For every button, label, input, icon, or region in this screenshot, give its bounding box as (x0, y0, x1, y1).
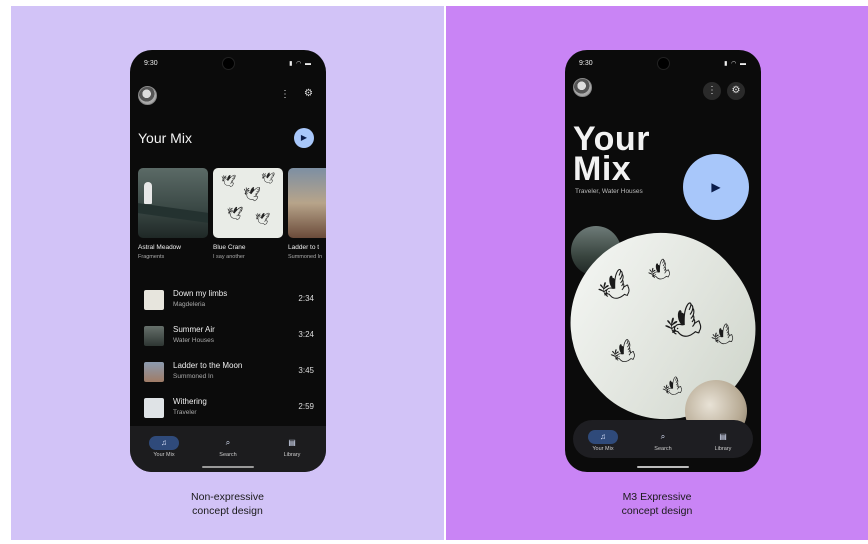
page-title: Your Mix (138, 130, 192, 146)
your-mix-icon: ♫ (149, 436, 179, 450)
card-subtitle: I say another (213, 254, 245, 260)
caption-right: M3 Expressive concept design (446, 490, 868, 518)
caption-line: concept design (192, 505, 263, 517)
caption-line: concept design (621, 505, 693, 517)
track-duration: 3:45 (298, 366, 314, 375)
search-icon: ⌕ (660, 432, 666, 441)
nav-search[interactable]: ⌕ Search (198, 432, 258, 458)
page-title: Your Mix (573, 122, 650, 186)
nav-label: Search (654, 446, 672, 452)
track-thumbnail (144, 290, 164, 310)
bottom-navigation: ♫ Your Mix ⌕ Search ▤ Library (573, 420, 753, 458)
camera-cutout (222, 57, 235, 70)
library-icon: ▤ (288, 438, 296, 447)
settings-icon[interactable]: ⚙ (727, 82, 745, 100)
track-duration: 3:24 (298, 330, 314, 339)
nav-your-mix[interactable]: ♫ Your Mix (573, 426, 633, 452)
track-title: Withering (173, 397, 207, 406)
track-row[interactable]: Ladder to the Moon Summoned In 3:45 (144, 360, 314, 388)
card-title: Astral Meadow (138, 244, 181, 251)
mix-subtitle: Traveler, Water Houses (575, 188, 643, 195)
track-duration: 2:34 (298, 294, 314, 303)
track-title: Ladder to the Moon (173, 361, 243, 370)
library-icon: ▤ (719, 432, 727, 441)
nav-your-mix[interactable]: ♫ Your Mix (134, 432, 194, 458)
nav-library[interactable]: ▤ Library (262, 432, 322, 458)
phone-non-expressive: 9:30 ▮ ◠ ▬ ⋮ ⚙ Your Mix ▶ 🕊 🕊 🕊 🕊 🕊 Astr… (130, 50, 326, 472)
nav-label: Your Mix (153, 452, 175, 458)
card-subtitle: Summoned In (288, 254, 323, 260)
card-subtitle: Fragments (138, 254, 165, 260)
track-artist: Traveler (173, 409, 197, 416)
card-image[interactable] (138, 168, 208, 238)
card-image[interactable] (288, 168, 326, 238)
home-indicator (637, 466, 689, 468)
play-button[interactable]: ▶ (683, 154, 749, 220)
avatar[interactable] (573, 78, 592, 97)
track-artist: Water Houses (173, 337, 214, 344)
track-thumbnail (144, 362, 164, 382)
settings-icon[interactable]: ⚙ (304, 88, 313, 99)
track-thumbnail (144, 326, 164, 346)
nav-library[interactable]: ▤ Library (693, 426, 753, 452)
search-icon: ⌕ (225, 438, 231, 447)
caption-left: Non-expressive concept design (11, 490, 444, 518)
track-row[interactable]: Down my limbs Magdeleria 2:34 (144, 288, 314, 316)
nav-label: Library (714, 446, 732, 452)
nav-label: Library (283, 452, 301, 458)
nav-label: Your Mix (592, 446, 614, 452)
card-title: Blue Crane (213, 244, 246, 251)
bottom-navigation: ♫ Your Mix ⌕ Search ▤ Library (130, 426, 326, 472)
home-indicator (202, 466, 254, 468)
status-icons: ▮ ◠ ▬ (289, 61, 312, 67)
left-panel: 9:30 ▮ ◠ ▬ ⋮ ⚙ Your Mix ▶ 🕊 🕊 🕊 🕊 🕊 Astr… (11, 6, 444, 540)
caption-line: Non-expressive (191, 491, 264, 503)
camera-cutout (657, 57, 670, 70)
track-row[interactable]: Summer Air Water Houses 3:24 (144, 324, 314, 352)
status-icons: ▮ ◠ ▬ (724, 61, 747, 67)
your-mix-icon: ♫ (588, 430, 618, 444)
avatar[interactable] (138, 86, 157, 105)
title-line: Mix (573, 150, 632, 188)
track-artist: Summoned In (173, 373, 214, 380)
status-time: 9:30 (579, 60, 593, 67)
caption-line: M3 Expressive (622, 491, 692, 503)
nav-label: Search (219, 452, 237, 458)
track-title: Summer Air (173, 325, 215, 334)
track-row[interactable]: Withering Traveler 2:59 (144, 396, 314, 424)
track-artist: Magdeleria (173, 301, 206, 308)
track-duration: 2:59 (298, 402, 314, 411)
status-time: 9:30 (144, 60, 158, 67)
card-title: Ladder to t (288, 244, 320, 251)
phone-expressive: 9:30 ▮ ◠ ▬ ⋮ ⚙ Your Mix Traveler, Water … (565, 50, 761, 472)
more-icon[interactable]: ⋮ (703, 82, 721, 100)
play-button[interactable]: ▶ (294, 128, 314, 148)
card-image[interactable]: 🕊 🕊 🕊 🕊 🕊 (213, 168, 283, 238)
more-icon[interactable]: ⋮ (280, 89, 290, 100)
nav-search[interactable]: ⌕ Search (633, 426, 693, 452)
right-panel: 9:30 ▮ ◠ ▬ ⋮ ⚙ Your Mix Traveler, Water … (446, 6, 868, 540)
track-thumbnail (144, 398, 164, 418)
track-title: Down my limbs (173, 289, 228, 298)
